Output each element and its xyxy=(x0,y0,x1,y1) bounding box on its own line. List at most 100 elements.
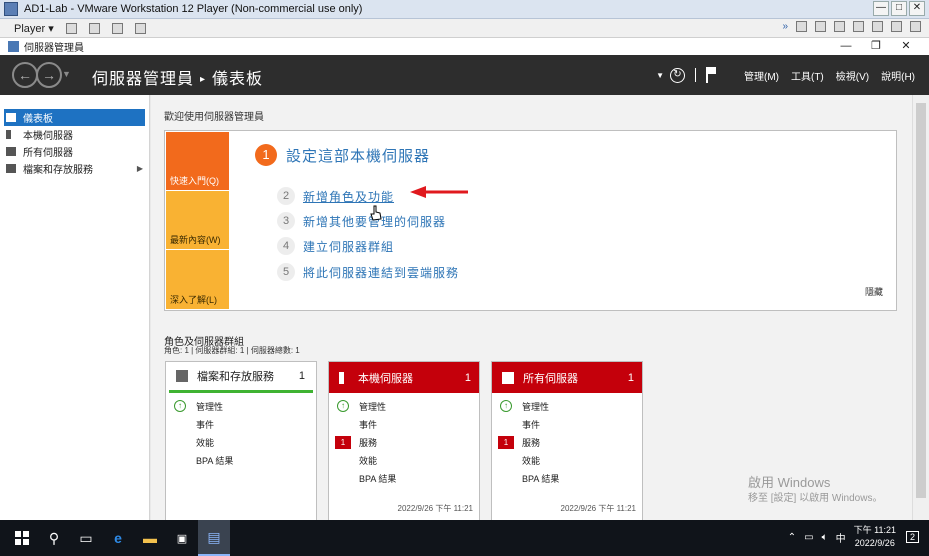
send-ctrl-alt-del-icon[interactable] xyxy=(88,22,100,34)
menu-tools[interactable]: 工具(T) xyxy=(791,68,824,83)
row-services[interactable]: 1 服務 xyxy=(492,433,642,451)
device-sound-icon[interactable] xyxy=(872,21,883,32)
step-connect-cloud[interactable]: 5 將此伺服器連結到雲端服務 xyxy=(277,263,459,281)
row-performance[interactable]: 效能 xyxy=(166,433,316,451)
row-label: 效能 xyxy=(196,437,215,448)
row-services[interactable]: 1 服務 xyxy=(329,433,479,451)
role-card-header[interactable]: 所有伺服器 1 xyxy=(492,362,642,393)
row-manageability[interactable]: ↑ 管理性 xyxy=(166,397,316,415)
tile-quick-start[interactable]: 快速入門(Q) xyxy=(166,132,229,190)
role-card-header[interactable]: 本機伺服器 1 xyxy=(329,362,479,393)
dashboard-icon xyxy=(6,113,16,122)
row-performance[interactable]: 效能 xyxy=(492,451,642,469)
roles-summary: 角色: 1 | 伺服器群組: 1 | 伺服器總數: 1 xyxy=(164,346,300,355)
vmware-titlebar: AD1-Lab - VMware Workstation 12 Player (… xyxy=(0,0,929,19)
more-devices-icon[interactable]: » xyxy=(782,21,788,32)
scrollbar-thumb[interactable] xyxy=(916,103,926,498)
task-view-icon: ▭ xyxy=(79,529,93,546)
sidebar-item-file-storage[interactable]: 檔案和存放服務 ▶ xyxy=(0,160,149,177)
annotation-arrow-icon xyxy=(410,186,468,198)
row-bpa[interactable]: BPA 結果 xyxy=(329,469,479,487)
row-manageability[interactable]: ↑ 管理性 xyxy=(329,397,479,415)
server-manager-taskbar-button[interactable]: ▤ xyxy=(198,520,230,556)
device-cd-icon[interactable] xyxy=(815,21,826,32)
device-network-icon[interactable] xyxy=(834,21,845,32)
role-card-title: 所有伺服器 xyxy=(523,372,578,385)
row-bpa[interactable]: BPA 結果 xyxy=(492,469,642,487)
forward-button[interactable]: → xyxy=(36,62,62,88)
search-button[interactable]: ⚲ xyxy=(38,520,70,556)
device-printer-icon[interactable] xyxy=(891,21,902,32)
close-button[interactable]: ✕ xyxy=(891,38,921,55)
row-label: 事件 xyxy=(196,419,215,430)
menu-help[interactable]: 說明(H) xyxy=(881,68,915,83)
role-card-file-storage[interactable]: 檔案和存放服務 1 ↑ 管理性 事件 效能 BPA 結果 xyxy=(165,361,317,521)
notifications-flag-icon[interactable] xyxy=(705,67,718,83)
tile-learn-more[interactable]: 深入了解(L) xyxy=(166,250,229,309)
sidebar-item-all-servers[interactable]: 所有伺服器 xyxy=(0,143,149,160)
menu-view[interactable]: 檢視(V) xyxy=(836,68,869,83)
unity-icon[interactable] xyxy=(134,22,146,34)
player-menu[interactable]: Player ▾ xyxy=(14,22,54,35)
device-hdd-icon[interactable] xyxy=(796,21,807,32)
device-usb-icon[interactable] xyxy=(853,21,864,32)
breadcrumb-root[interactable]: 伺服器管理員 xyxy=(92,71,194,88)
activation-watermark-text: 移至 [設定] 以啟用 Windows。 xyxy=(748,493,883,504)
file-explorer-button[interactable]: ▬ xyxy=(134,520,166,556)
clock[interactable]: 下午 11:21 2022/9/26 xyxy=(854,524,896,550)
pause-icon[interactable] xyxy=(65,22,77,34)
alert-count-badge: 1 xyxy=(335,435,351,449)
volume-icon[interactable]: 🔈︎ xyxy=(822,532,828,543)
role-card-header[interactable]: 檔案和存放服務 1 xyxy=(169,362,313,393)
chevron-right-icon[interactable]: ▶ xyxy=(137,164,143,173)
server-manager-icon: ▤ xyxy=(207,528,221,545)
restore-button[interactable]: ❐ xyxy=(861,38,891,55)
row-label: 管理性 xyxy=(359,401,387,412)
step-create-server-group[interactable]: 4 建立伺服器群組 xyxy=(277,237,394,255)
sidebar-item-dashboard[interactable]: 儀表板 xyxy=(4,109,145,126)
action-center-icon[interactable]: 2 xyxy=(905,531,919,543)
row-manageability[interactable]: ↑ 管理性 xyxy=(492,397,642,415)
step-configure-local-server[interactable]: 1 設定這部本機伺服器 xyxy=(255,144,430,166)
role-card-local-server[interactable]: 本機伺服器 1 ↑ 管理性 事件 1 服務 效能 BPA 結果 2022/9/26 … xyxy=(328,361,480,521)
device-display-icon[interactable] xyxy=(910,21,921,32)
terminal-icon: ▣ xyxy=(176,532,188,545)
ime-indicator[interactable]: 中 xyxy=(836,530,846,545)
hand-cursor-icon xyxy=(370,205,382,221)
cmd-button[interactable]: ▣ xyxy=(166,520,198,556)
vertical-scrollbar[interactable] xyxy=(912,95,929,520)
role-card-count: 1 xyxy=(464,371,471,384)
sidebar-item-local-server[interactable]: 本機伺服器 xyxy=(0,126,149,143)
servers-icon xyxy=(502,371,514,384)
step-label: 設定這部本機伺服器 xyxy=(286,147,431,165)
dropdown-icon[interactable]: ▼ xyxy=(656,71,664,80)
removable-devices-icon[interactable] xyxy=(111,22,123,34)
refresh-icon[interactable]: ↻ xyxy=(669,67,685,83)
step-number: 2 xyxy=(277,187,295,205)
row-label: BPA 結果 xyxy=(522,473,560,484)
task-view-button[interactable]: ▭ xyxy=(70,520,102,556)
step-add-roles-features[interactable]: 2 新增角色及功能 xyxy=(277,187,394,205)
tray-expand-icon[interactable]: ⌃ xyxy=(788,532,796,543)
step-add-other-servers[interactable]: 3 新增其他要管理的伺服器 xyxy=(277,212,446,230)
start-button[interactable] xyxy=(6,520,38,556)
vmware-logo-icon xyxy=(4,2,18,16)
minimize-button[interactable]: — xyxy=(831,38,861,55)
row-performance[interactable]: 效能 xyxy=(329,451,479,469)
back-button[interactable]: ← xyxy=(12,62,38,88)
file-storage-icon xyxy=(6,164,16,173)
vm-minimize-button[interactable]: — xyxy=(873,1,889,16)
row-bpa[interactable]: BPA 結果 xyxy=(166,451,316,469)
menu-manage[interactable]: 管理(M) xyxy=(744,68,779,83)
row-events[interactable]: 事件 xyxy=(166,415,316,433)
ie-button[interactable]: e xyxy=(102,520,134,556)
tile-whats-new[interactable]: 最新內容(W) xyxy=(166,191,229,249)
history-dropdown-icon[interactable]: ▼ xyxy=(62,69,71,79)
network-icon[interactable]: ▭ xyxy=(804,532,813,543)
row-events[interactable]: 事件 xyxy=(329,415,479,433)
row-events[interactable]: 事件 xyxy=(492,415,642,433)
vm-maximize-button[interactable]: □ xyxy=(891,1,907,16)
role-card-all-servers[interactable]: 所有伺服器 1 ↑ 管理性 事件 1 服務 效能 BPA 結果 2022/9/26 … xyxy=(491,361,643,521)
hide-link[interactable]: 隱藏 xyxy=(865,285,883,298)
vm-close-button[interactable]: ✕ xyxy=(909,1,925,16)
